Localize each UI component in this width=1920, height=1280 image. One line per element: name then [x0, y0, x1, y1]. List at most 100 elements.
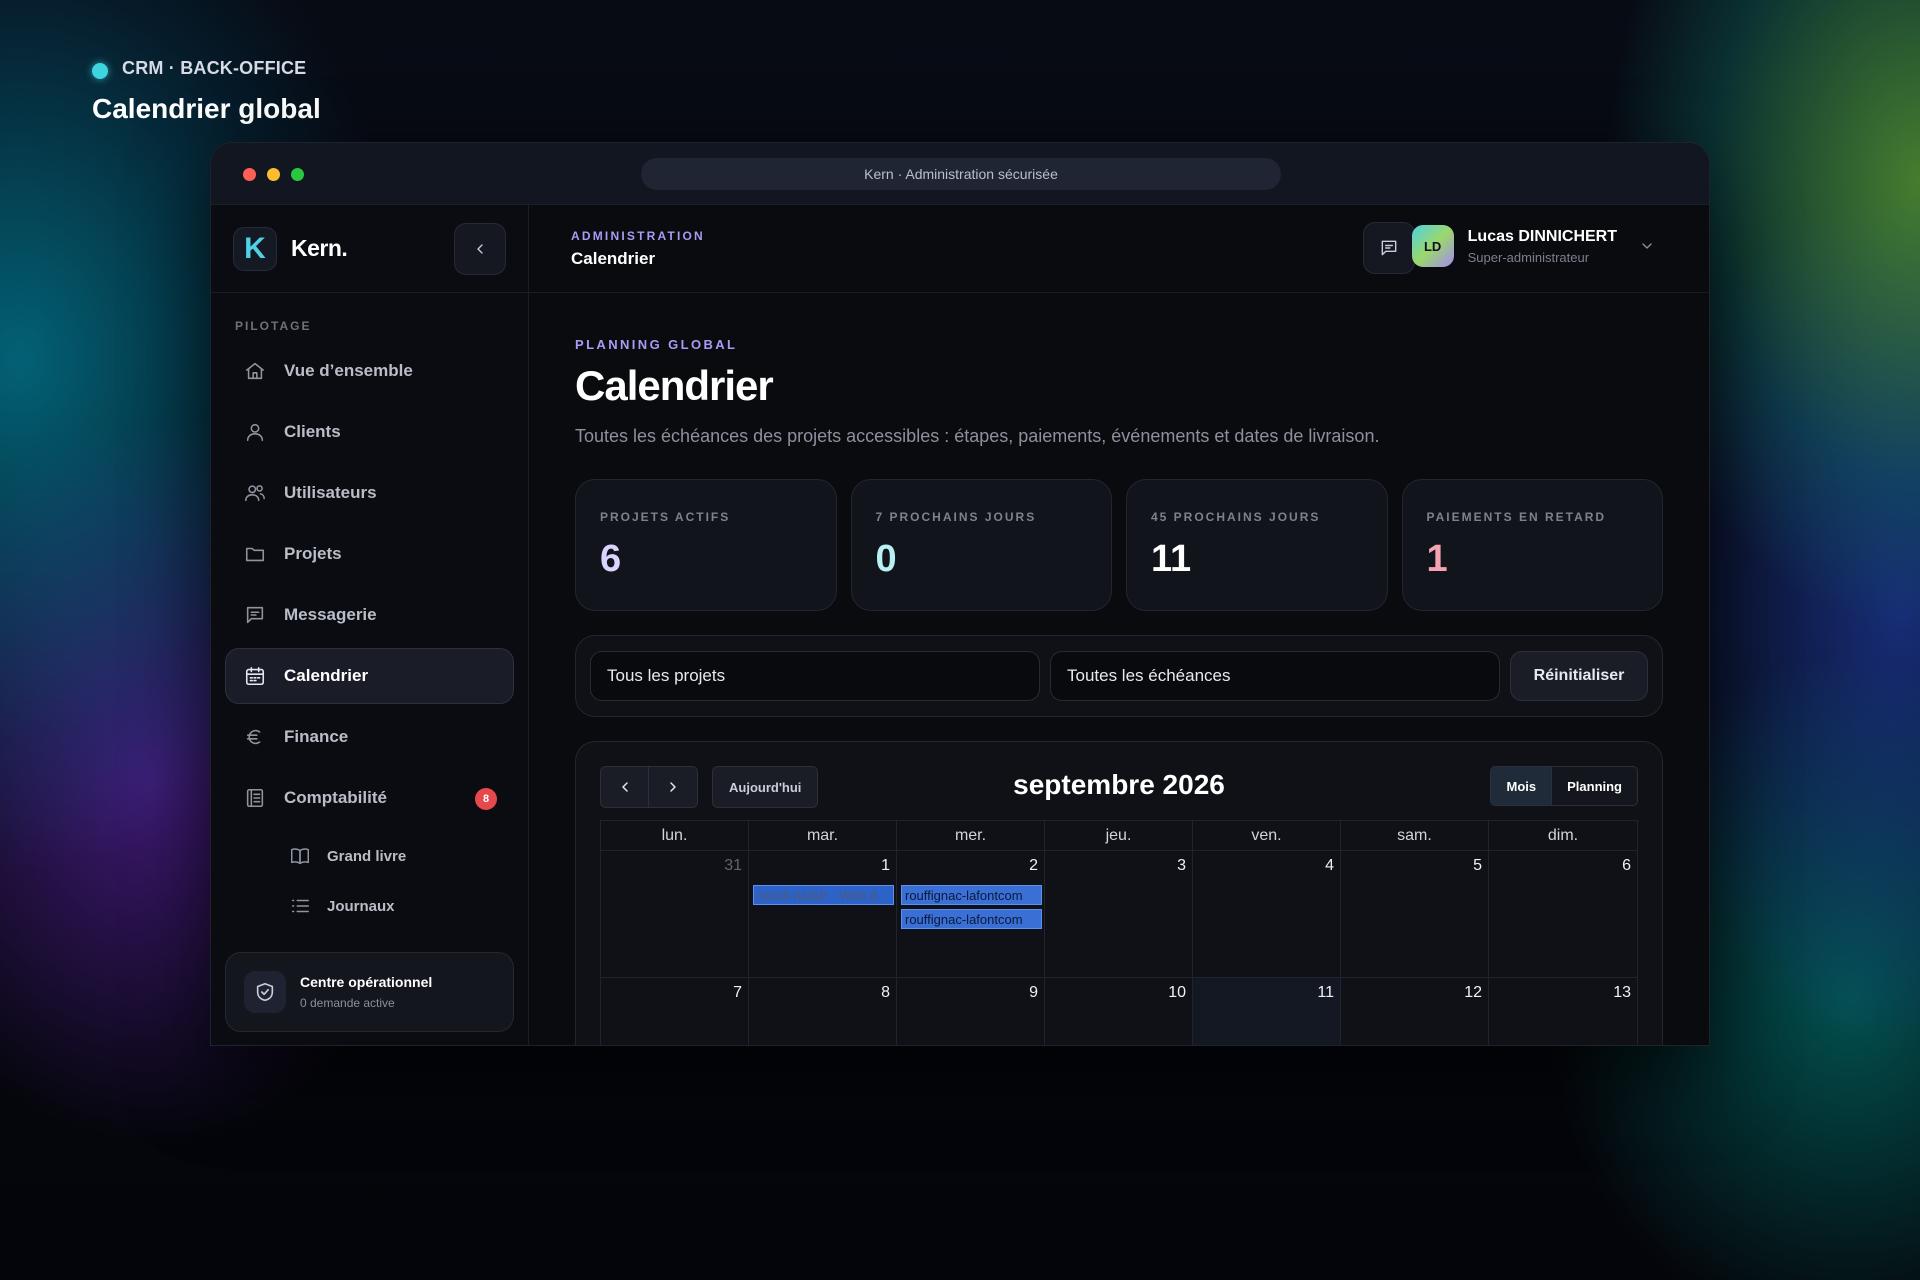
calendar-day-today[interactable]: 11 [1193, 978, 1341, 1045]
calendar-day[interactable]: 13 [1489, 978, 1637, 1045]
address-bar[interactable]: Kern · Administration sécurisée [641, 158, 1281, 190]
calendar-day[interactable]: 12 [1341, 978, 1489, 1045]
topbar-kicker: ADMINISTRATION [571, 228, 705, 243]
close-window-button[interactable] [243, 168, 256, 181]
stat-card-next-45-days: 45 PROCHAINS JOURS 11 [1126, 479, 1388, 611]
topbar-title: Calendrier [571, 248, 656, 268]
project-filter-select[interactable]: Tous les projets [590, 651, 1040, 701]
day-number: 3 [1177, 857, 1186, 874]
calendar-day[interactable]: 3 [1045, 851, 1193, 977]
status-dot-icon [92, 62, 108, 79]
content-title: Calendrier [575, 362, 774, 409]
calendar-day[interactable]: 8 [749, 978, 897, 1045]
sidebar-item-accounting[interactable]: Comptabilité 8 [225, 770, 514, 826]
calendar-day[interactable]: 31 [601, 851, 749, 977]
maximize-window-button[interactable] [291, 168, 304, 181]
chevron-right-icon [670, 782, 676, 792]
sidebar-item-users[interactable]: Utilisateurs [225, 465, 514, 521]
previous-month-button[interactable] [600, 766, 649, 808]
today-button[interactable]: Aujourd'hui [712, 766, 819, 808]
calendar-day[interactable]: 10 [1045, 978, 1193, 1045]
sidebar-item-calendar[interactable]: Calendrier [225, 648, 514, 704]
next-month-button[interactable] [649, 766, 698, 808]
stat-label: 45 PROCHAINS JOURS [1151, 510, 1321, 524]
chevron-left-icon [621, 782, 628, 792]
sidebar-item-clients[interactable]: Clients [225, 404, 514, 460]
reset-filters-button[interactable]: Réinitialiser [1510, 651, 1648, 701]
sidebar-item-messaging[interactable]: Messagerie [225, 587, 514, 643]
messages-button[interactable] [1363, 222, 1415, 274]
calendar-day[interactable]: 6 [1489, 851, 1637, 977]
calendar-grid: lun. mar. mer. jeu. ven. sam. dim. 31 1 … [600, 820, 1638, 1045]
sidebar: K Kern. PILOTAGE Vue d’ensemble Clients [211, 205, 529, 1045]
calendar-event[interactable]: rouffignac-lafontcom [901, 909, 1042, 929]
operations-center-subtitle: 0 demande active [300, 996, 395, 1010]
sidebar-subitem-general-ledger[interactable]: Grand livre [225, 831, 514, 881]
kern-logo[interactable]: K [233, 226, 277, 271]
day-number: 2 [1029, 857, 1038, 874]
deadline-filter-select[interactable]: Toutes les échéances [1050, 651, 1500, 701]
view-month-button[interactable]: Mois [1490, 766, 1553, 806]
calendar-event[interactable]: neroli-nailsfr · Web d [753, 885, 894, 905]
sidebar-item-overview[interactable]: Vue d’ensemble [225, 343, 514, 399]
user-role: Super-administrateur [1467, 249, 1590, 265]
sidebar-item-label: Messagerie [284, 605, 377, 624]
day-number: 12 [1464, 984, 1482, 1001]
calendar-day[interactable]: 9 [897, 978, 1045, 1045]
window-titlebar: Kern · Administration sécurisée [211, 143, 1709, 205]
sidebar-item-label: Finance [284, 727, 349, 746]
chat-icon [246, 606, 264, 624]
users-icon [245, 485, 265, 502]
collapse-sidebar-button[interactable] [454, 223, 506, 275]
day-number: 1 [881, 857, 890, 874]
brand: K Kern. [211, 205, 528, 293]
chevron-down-icon [1642, 243, 1652, 249]
stat-value: 6 [600, 538, 622, 580]
shield-check-icon [244, 971, 286, 1013]
operations-center-card[interactable]: Centre opérationnel 0 demande active [225, 952, 514, 1032]
view-planning-button[interactable]: Planning [1552, 766, 1638, 806]
calendar-panel: septembre 2026 Aujourd'hui Mois Planning… [575, 741, 1663, 1045]
user-name: Lucas DINNICHERT [1467, 227, 1617, 245]
stats-row: PROJETS ACTIFS 6 7 PROCHAINS JOURS 0 45 … [575, 479, 1663, 611]
stat-value: 1 [1426, 538, 1448, 580]
user-menu[interactable]: LD Lucas DINNICHERT Super-administrateur [1411, 225, 1655, 267]
stat-label: PAIEMENTS EN RETARD [1426, 510, 1607, 524]
sidebar-item-finance[interactable]: Finance [225, 709, 514, 765]
user-icon [246, 423, 264, 442]
calendar-day[interactable]: 7 [601, 978, 749, 1045]
sidebar-subitem-label: Grand livre [327, 847, 407, 865]
day-number: 31 [724, 857, 742, 874]
folder-icon [245, 547, 265, 562]
calendar-icon [245, 666, 265, 686]
calendar-day[interactable]: 2 rouffignac-lafontcom rouffignac-lafont… [897, 851, 1045, 977]
page-content: PLANNING GLOBAL Calendrier Toutes les éc… [575, 293, 1663, 1045]
calendar-day[interactable]: 5 [1341, 851, 1489, 977]
filters-bar: Tous les projets Toutes les échéances Ré… [575, 635, 1663, 717]
calendar-week: 7 8 9 10 11 12 13 [601, 978, 1637, 1045]
calendar-day[interactable]: 1 neroli-nailsfr · Web d [749, 851, 897, 977]
day-number: 10 [1168, 984, 1186, 1001]
notification-badge: 8 [475, 788, 497, 810]
window-controls [243, 168, 304, 181]
sidebar-subitem-journals[interactable]: Journaux [225, 881, 514, 931]
sidebar-item-projects[interactable]: Projets [225, 526, 514, 582]
stat-label: PROJETS ACTIFS [600, 510, 731, 524]
weekday-label: dim. [1547, 826, 1579, 844]
weekday-label: sam. [1341, 821, 1489, 850]
minimize-window-button[interactable] [267, 168, 280, 181]
sidebar-item-label: Vue d’ensemble [284, 361, 413, 380]
ledger-icon [246, 788, 264, 808]
avatar: LD [1411, 225, 1454, 267]
calendar-event[interactable]: rouffignac-lafontcom [901, 885, 1042, 905]
brand-name: Kern. [291, 235, 348, 261]
day-number: 4 [1325, 857, 1334, 874]
operations-center-title: Centre opérationnel [300, 974, 433, 990]
sidebar-subitem-label: Journaux [327, 897, 395, 915]
weekday-label: lun. [601, 821, 749, 850]
calendar-day[interactable]: 4 [1193, 851, 1341, 977]
sidebar-item-label: Utilisateurs [284, 483, 377, 502]
weekday-label: mer. [897, 821, 1045, 850]
stat-value: 11 [1151, 538, 1192, 580]
stat-value: 0 [875, 538, 897, 580]
